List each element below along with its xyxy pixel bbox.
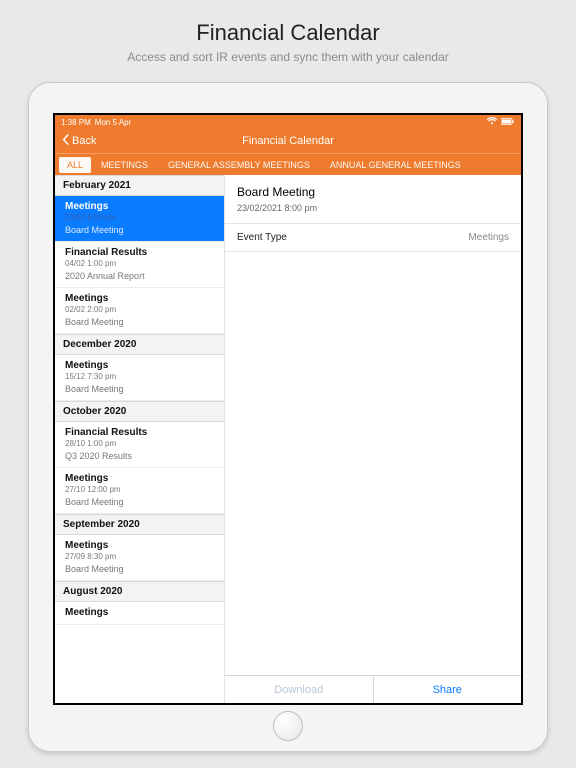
list-item-desc: Board Meeting xyxy=(65,384,216,394)
list-item-datetime: 04/02 1:00 pm xyxy=(65,259,216,268)
list-item-datetime: 15/12 7:30 pm xyxy=(65,372,216,381)
page-title: Financial Calendar xyxy=(242,135,334,147)
list-item-desc: Board Meeting xyxy=(65,497,216,507)
list-item[interactable]: Meetings xyxy=(55,602,224,625)
promo-subtitle: Access and sort IR events and sync them … xyxy=(127,50,449,64)
list-item-datetime: 02/02 2:00 pm xyxy=(65,305,216,314)
section-header: December 2020 xyxy=(55,334,224,355)
list-item-title: Meetings xyxy=(65,201,216,212)
detail-row: Event Type Meetings xyxy=(225,224,521,252)
section-header: September 2020 xyxy=(55,514,224,535)
list-item-title: Financial Results xyxy=(65,427,216,438)
list-item-desc: Board Meeting xyxy=(65,317,216,327)
tab-meetings[interactable]: MEETINGS xyxy=(91,156,158,174)
back-button[interactable]: Back xyxy=(61,134,96,148)
battery-icon xyxy=(501,118,515,127)
section-header: February 2021 xyxy=(55,175,224,196)
share-button[interactable]: Share xyxy=(374,676,522,703)
list-item-title: Meetings xyxy=(65,293,216,304)
detail-row-value: Meetings xyxy=(468,232,509,243)
list-item[interactable]: Financial Results04/02 1:00 pm 2020 Annua… xyxy=(55,242,224,288)
detail-datetime: 23/02/2021 8:00 pm xyxy=(225,203,521,224)
list-item-datetime: 28/10 1:00 pm xyxy=(65,439,216,448)
tabs: ALLMEETINGSGENERAL ASSEMBLY MEETINGSANNU… xyxy=(55,153,521,175)
detail-row-label: Event Type xyxy=(237,232,287,243)
list-item-title: Meetings xyxy=(65,473,216,484)
list-item-title: Meetings xyxy=(65,360,216,371)
list-item-desc: Q3 2020 Results xyxy=(65,451,216,461)
nav-bar: Back Financial Calendar xyxy=(55,129,521,153)
list-item-datetime: 27/09 8:30 pm xyxy=(65,552,216,561)
list-item[interactable]: Meetings27/10 12:00 pm Board Meeting xyxy=(55,468,224,514)
list-item-title: Financial Results xyxy=(65,247,216,258)
back-label: Back xyxy=(72,135,96,147)
status-bar: 1:38 PM Mon 5 Apr xyxy=(55,115,521,129)
tab-general-assembly-meetings[interactable]: GENERAL ASSEMBLY MEETINGS xyxy=(158,156,320,174)
bottom-actions: Download Share xyxy=(225,675,521,703)
chevron-left-icon xyxy=(61,134,70,148)
list-item-title: Meetings xyxy=(65,540,216,551)
list-item-datetime: 23/02 8:00 pm xyxy=(65,213,216,222)
list-item[interactable]: Meetings23/02 8:00 pm Board Meeting xyxy=(55,196,224,242)
list-item-desc: 2020 Annual Report xyxy=(65,271,216,281)
status-time: 1:38 PM xyxy=(61,118,91,127)
home-button[interactable] xyxy=(273,711,303,741)
download-button[interactable]: Download xyxy=(225,676,373,703)
section-header: October 2020 xyxy=(55,401,224,422)
list-item[interactable]: Meetings02/02 2:00 pm Board Meeting xyxy=(55,288,224,334)
list-item-desc: Board Meeting xyxy=(65,564,216,574)
detail-pane: Board Meeting 23/02/2021 8:00 pm Event T… xyxy=(225,175,521,703)
detail-title: Board Meeting xyxy=(225,175,521,203)
content-split: February 2021Meetings23/02 8:00 pmBoard … xyxy=(55,175,521,703)
list-item[interactable]: Meetings27/09 8:30 pm Board Meeting xyxy=(55,535,224,581)
list-item-title: Meetings xyxy=(65,607,216,618)
tab-annual-general-meetings[interactable]: ANNUAL GENERAL MEETINGS xyxy=(320,156,471,174)
list-item[interactable]: Financial Results28/10 1:00 pm Q3 2020 Re… xyxy=(55,422,224,468)
list-item-datetime: 27/10 12:00 pm xyxy=(65,485,216,494)
ipad-frame: 1:38 PM Mon 5 Apr Back xyxy=(28,82,548,752)
list-item[interactable]: Meetings15/12 7:30 pm Board Meeting xyxy=(55,355,224,401)
section-header: August 2020 xyxy=(55,581,224,602)
header-zone: 1:38 PM Mon 5 Apr Back xyxy=(55,115,521,175)
promo-title: Financial Calendar xyxy=(196,20,379,46)
status-date: Mon 5 Apr xyxy=(95,118,131,127)
wifi-icon xyxy=(487,117,497,127)
screen: 1:38 PM Mon 5 Apr Back xyxy=(53,113,523,705)
event-list[interactable]: February 2021Meetings23/02 8:00 pmBoard … xyxy=(55,175,225,703)
list-item-desc: Board Meeting xyxy=(65,225,216,235)
tab-all[interactable]: ALL xyxy=(59,157,91,173)
